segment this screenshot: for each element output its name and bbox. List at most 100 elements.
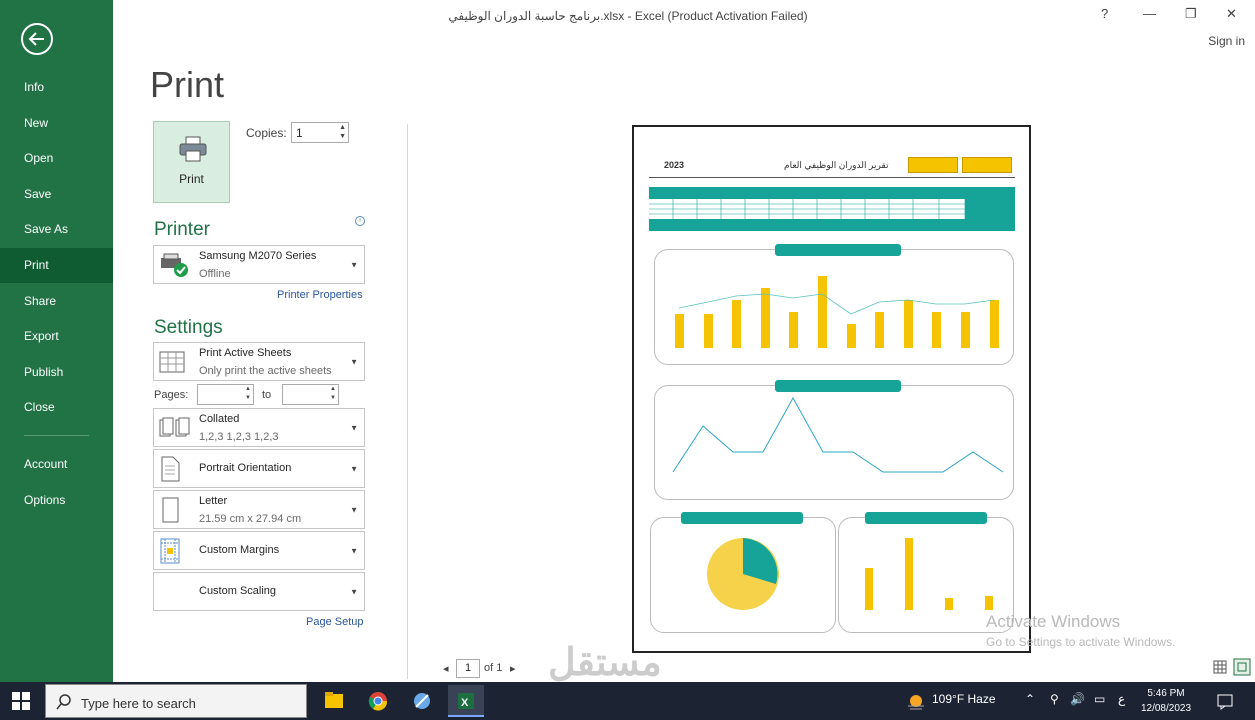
- print-what-desc: Only print the active sheets: [199, 365, 332, 377]
- printer-icon: [179, 136, 207, 162]
- windows-start-icon[interactable]: [12, 692, 30, 710]
- sheet-grid-icon: [159, 351, 185, 372]
- sheet-line-chart-box: [654, 380, 1014, 500]
- page-number-input[interactable]: 1: [456, 659, 480, 678]
- printer-properties-link[interactable]: Printer Properties: [277, 289, 363, 301]
- next-page-icon[interactable]: ▸: [510, 662, 516, 675]
- zoom-to-page-icon[interactable]: [1233, 658, 1251, 676]
- margins-icon: [160, 538, 180, 563]
- pages-from-input[interactable]: ▲ ▼: [197, 384, 254, 405]
- paper-size-dropdown[interactable]: Letter 21.59 cm x 27.94 cm ▼: [153, 490, 365, 529]
- weather-icon: [908, 695, 924, 710]
- excel-icon[interactable]: X: [448, 685, 484, 717]
- activate-windows-desc: Go to Settings to activate Windows.: [986, 635, 1176, 649]
- nav-item-publish[interactable]: Publish: [0, 355, 113, 390]
- nav-item-account[interactable]: Account: [0, 447, 113, 482]
- input-language[interactable]: ع: [1118, 692, 1125, 706]
- clock[interactable]: 5:46 PM 12/08/2023: [1136, 686, 1196, 716]
- paper-size-label: Letter: [199, 495, 228, 507]
- chevron-down-icon: ▼: [350, 357, 358, 366]
- margins-label: Custom Margins: [199, 544, 280, 556]
- chevron-up-icon[interactable]: ⌃: [1025, 692, 1035, 706]
- info-icon[interactable]: i: [355, 216, 365, 226]
- printer-name: Samsung M2070 Series: [199, 250, 317, 262]
- paper-size-desc: 21.59 cm x 27.94 cm: [199, 513, 302, 525]
- network-icon[interactable]: ⚲: [1050, 692, 1059, 706]
- nav-item-save[interactable]: Save: [0, 177, 113, 212]
- sheet-summary-table: [649, 187, 1015, 231]
- printer-dropdown[interactable]: Samsung M2070 Series Offline ▼: [153, 245, 365, 284]
- scaling-label: Custom Scaling: [199, 585, 277, 597]
- orientation-dropdown[interactable]: Portrait Orientation ▼: [153, 449, 365, 488]
- page-count: of 1: [484, 662, 503, 674]
- pages-label: Pages:: [154, 389, 189, 401]
- print-what-dropdown[interactable]: Print Active Sheets Only print the activ…: [153, 342, 365, 381]
- printer-heading: Printer: [154, 219, 210, 240]
- copies-label: Copies:: [246, 126, 287, 140]
- portrait-page-icon: [161, 456, 180, 481]
- nav-item-info[interactable]: Info: [0, 70, 113, 105]
- prev-page-icon[interactable]: ◂: [443, 662, 449, 675]
- mostaql-watermark: مستقل: [548, 642, 662, 684]
- app-icon[interactable]: [404, 685, 440, 717]
- help-icon[interactable]: ?: [1101, 6, 1108, 21]
- nav-item-print[interactable]: Print: [0, 248, 113, 283]
- sheet-header-rule: [649, 177, 1015, 178]
- show-margins-icon[interactable]: [1213, 660, 1227, 674]
- sheet-chart-tag: [775, 380, 901, 392]
- sheet-bar-chart-box: [654, 244, 1014, 365]
- pages-to-input[interactable]: ▲ ▼: [282, 384, 339, 405]
- spin-down-icon[interactable]: ▼: [339, 133, 346, 140]
- window-title: برنامج حاسبة الدوران الوظيفي.xlsx - Exce…: [448, 9, 808, 23]
- sheet-line-chart: [672, 396, 1004, 473]
- nav-item-close[interactable]: Close: [0, 390, 113, 425]
- taskbar: Type here to search X 109°F Haze ⌃ ⚲ 🔊 ▭…: [0, 682, 1255, 720]
- minimize-button[interactable]: —: [1143, 6, 1156, 21]
- chevron-down-icon: ▼: [350, 423, 358, 432]
- battery-icon[interactable]: ▭: [1094, 692, 1105, 706]
- sheet-chart-tag: [775, 244, 901, 256]
- margins-dropdown[interactable]: Custom Margins ▼: [153, 531, 365, 570]
- spin-up-icon[interactable]: ▲: [339, 124, 346, 131]
- chevron-down-icon: ▼: [350, 505, 358, 514]
- back-arrow-icon[interactable]: [21, 23, 53, 55]
- collation-dropdown[interactable]: Collated 1,2,3 1,2,3 1,2,3 ▼: [153, 408, 365, 447]
- backstage-nav: Info New Open Save Save As Print Share E…: [0, 0, 113, 682]
- print-preview-page: تقرير الدوران الوظيفي العام 2023: [632, 125, 1031, 653]
- sign-in-link[interactable]: Sign in: [1208, 34, 1245, 48]
- printer-status-icon: [161, 253, 188, 277]
- search-placeholder: Type here to search: [81, 696, 196, 711]
- print-button-label: Print: [179, 172, 204, 186]
- page-title: Print: [150, 64, 225, 105]
- chevron-down-icon: ▼: [350, 587, 358, 596]
- chrome-icon[interactable]: [360, 685, 396, 717]
- scaling-dropdown[interactable]: Custom Scaling ▼: [153, 572, 365, 611]
- collate-icon: [159, 417, 190, 436]
- nav-item-save-as[interactable]: Save As: [0, 212, 113, 247]
- paper-icon: [162, 497, 179, 522]
- chevron-down-icon: ▼: [350, 260, 358, 269]
- nav-item-share[interactable]: Share: [0, 284, 113, 319]
- taskbar-search[interactable]: Type here to search: [45, 684, 307, 718]
- print-button[interactable]: Print: [153, 121, 230, 203]
- pages-to-label: to: [262, 389, 272, 401]
- search-icon: [56, 694, 71, 710]
- clock-time: 5:46 PM: [1147, 688, 1185, 699]
- activate-windows-title: Activate Windows: [986, 612, 1121, 631]
- weather-text[interactable]: 109°F Haze: [932, 692, 996, 706]
- sheet-yellow-button: [962, 157, 1012, 173]
- sheet-chart-tag: [681, 512, 803, 524]
- copies-stepper[interactable]: 1 ▲ ▼: [291, 122, 349, 143]
- nav-item-new[interactable]: New: [0, 106, 113, 141]
- file-explorer-icon[interactable]: [316, 685, 352, 717]
- volume-icon[interactable]: 🔊: [1070, 692, 1085, 706]
- sheet-pie-chart-box: [650, 512, 836, 633]
- title-bar: برنامج حاسبة الدوران الوظيفي.xlsx - Exce…: [113, 0, 1255, 30]
- nav-item-open[interactable]: Open: [0, 141, 113, 176]
- close-button[interactable]: ✕: [1226, 6, 1237, 22]
- page-setup-link[interactable]: Page Setup: [306, 616, 364, 628]
- nav-item-export[interactable]: Export: [0, 319, 113, 354]
- nav-item-options[interactable]: Options: [0, 483, 113, 518]
- restore-button[interactable]: ❐: [1185, 6, 1197, 22]
- notifications-icon[interactable]: [1216, 692, 1234, 710]
